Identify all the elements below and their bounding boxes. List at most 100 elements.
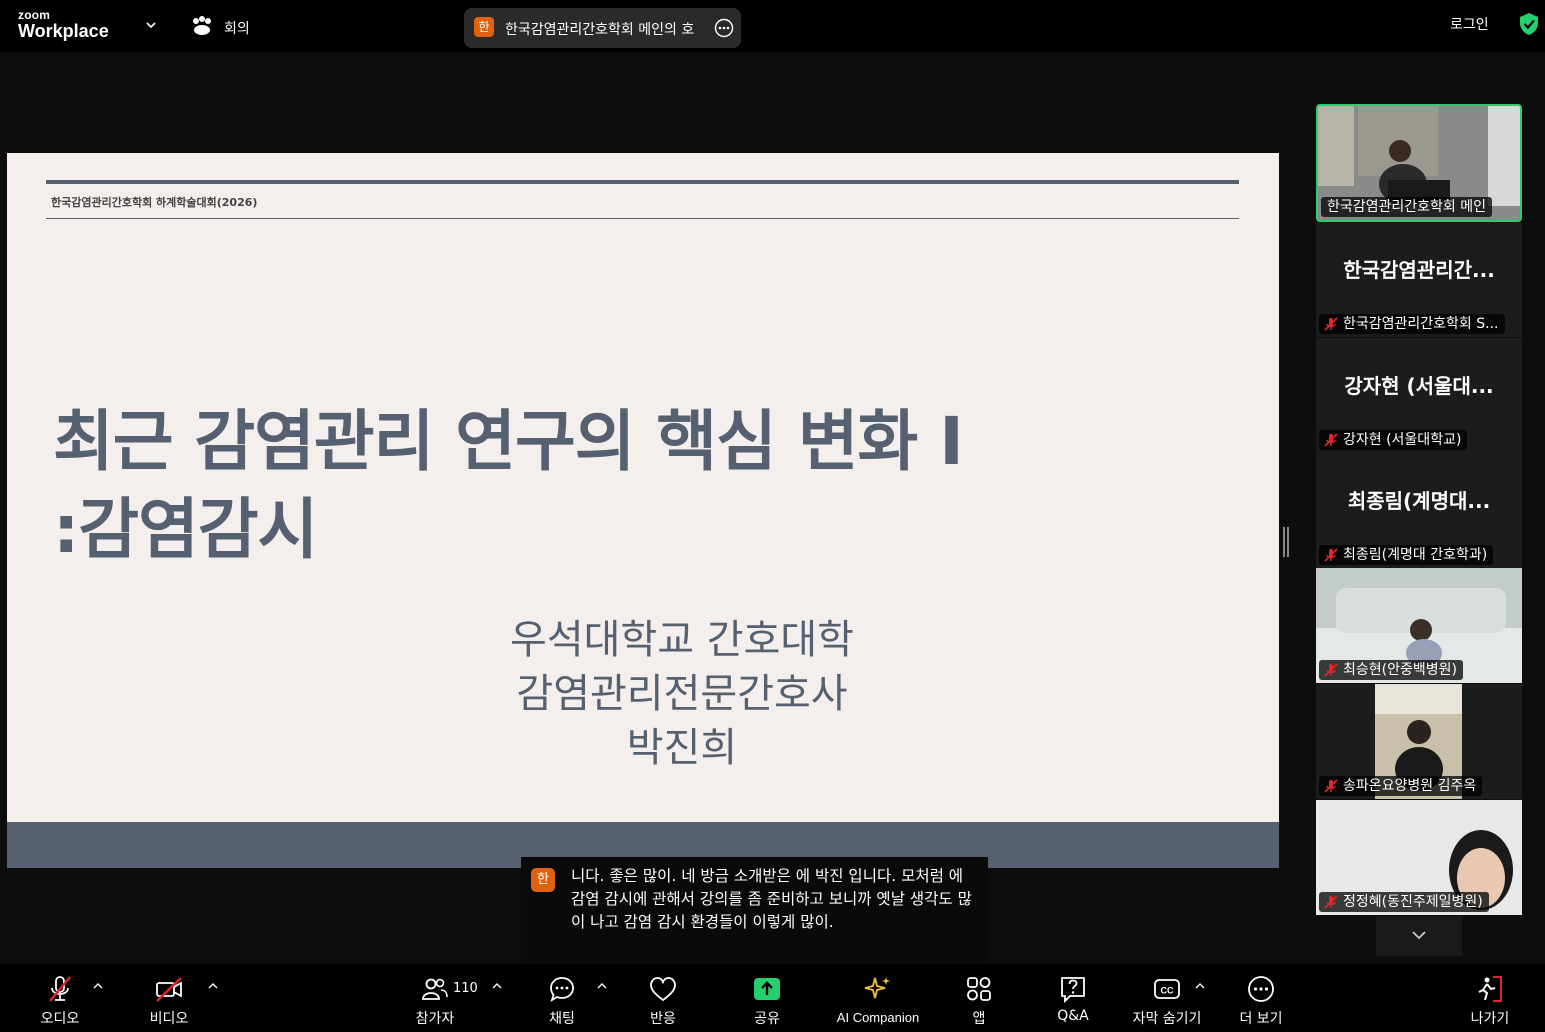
qa-label: Q&A	[1057, 1008, 1089, 1024]
participant-name: 한국감염관리간호학회 S...	[1319, 314, 1505, 334]
participant-tile[interactable]: 한국감염관리간... 한국감염관리간호학회 S...	[1316, 222, 1522, 337]
mic-muted-icon	[1324, 663, 1338, 677]
login-button[interactable]: 로그인	[1450, 14, 1489, 34]
mic-muted-icon	[1324, 779, 1338, 793]
captions-button[interactable]: CC 자막 숨기기	[1122, 964, 1212, 1032]
share-button[interactable]: 공유	[727, 964, 807, 1032]
caret-up-icon[interactable]	[492, 982, 502, 990]
meeting-title-pill[interactable]: 한 한국감염관리간호학회 메인의 호	[464, 8, 741, 48]
shared-screen-slide: 한국감염관리간호학회 하계학술대회(2026) 최근 감염관리 연구의 핵심 변…	[7, 153, 1279, 868]
logo-line2: Workplace	[18, 21, 109, 41]
audio-button[interactable]: 오디오	[20, 964, 100, 1032]
leave-button[interactable]: 나가기	[1450, 964, 1530, 1032]
participants-count: 110	[453, 981, 478, 996]
participant-name-text: 강자현 (서울대학교)	[1343, 432, 1462, 448]
chevron-down-icon[interactable]	[143, 17, 159, 33]
more-button[interactable]: 더 보기	[1221, 964, 1301, 1032]
participant-name: 송파온요양병원 김주옥	[1319, 776, 1483, 796]
closed-caption-icon: CC	[1154, 979, 1180, 999]
participant-name: 강자현 (서울대학교)	[1319, 430, 1468, 450]
mic-muted-icon	[1324, 548, 1338, 562]
participant-tile[interactable]: 최승현(안중백병원)	[1316, 568, 1522, 683]
chevron-down-icon	[1412, 931, 1426, 940]
svg-text:CC: CC	[1161, 986, 1174, 996]
participant-tile[interactable]: 정정혜(동진주제일병원)	[1316, 800, 1522, 915]
slide-title: 최근 감염관리 연구의 핵심 변화 I :감염감시	[53, 398, 964, 574]
mic-muted-icon	[1324, 433, 1338, 447]
captions-label: 자막 숨기기	[1132, 1011, 1202, 1027]
participant-tile-active-speaker[interactable]: 한국감염관리간호학회 메인	[1316, 104, 1522, 222]
video-off-icon	[156, 977, 182, 1002]
zoom-workplace-logo[interactable]: zoom Workplace	[18, 9, 109, 40]
participant-name: 최승현(안중백병원)	[1319, 660, 1463, 680]
slide-title-line1: 최근 감염관리 연구의 핵심 변화 I	[53, 403, 964, 480]
more-icon	[1248, 976, 1274, 1002]
slide-author-line1: 우석대학교 간호대학	[510, 617, 854, 663]
participant-name: 최종림(계명대 간호학과)	[1319, 545, 1494, 565]
participant-name-text: 최종림(계명대 간호학과)	[1343, 547, 1488, 563]
participants-icon	[422, 978, 448, 1000]
meetings-paw-icon[interactable]	[190, 15, 214, 37]
meeting-title: 한국감염관리간호학회 메인의 호	[505, 22, 695, 38]
participants-label: 참가자	[415, 1011, 455, 1027]
participant-name-text: 최승현(안중백병원)	[1343, 662, 1457, 678]
caret-up-icon[interactable]	[93, 982, 103, 990]
shield-check-icon[interactable]	[1518, 12, 1540, 36]
participant-tile[interactable]: 최종림(계명대... 최종림(계명대 간호학과)	[1316, 453, 1522, 568]
caret-up-icon[interactable]	[1195, 982, 1205, 990]
caption-speaker-avatar: 한	[531, 868, 555, 892]
mic-muted-icon	[1324, 317, 1338, 331]
leave-door-icon	[1478, 976, 1502, 1002]
reactions-button[interactable]: 반응	[623, 964, 703, 1032]
live-caption-box: 한 니다. 좋은 많이. 네 방금 소개받은 에 박진 입니다. 모처럼 에 감…	[521, 857, 988, 963]
apps-button[interactable]: 앱	[939, 964, 1019, 1032]
participant-name: 한국감염관리간호학회 메인	[1321, 197, 1493, 217]
video-button[interactable]: 비디오	[129, 964, 209, 1032]
question-icon	[1061, 977, 1085, 1004]
slide-author: 우석대학교 간호대학 감염관리전문간호사 박진희	[427, 613, 937, 775]
slide-top-rule	[46, 180, 1239, 184]
slide-author-line2: 감염관리전문간호사	[516, 671, 848, 717]
meetings-label[interactable]: 회의	[224, 18, 250, 38]
audio-label: 오디오	[40, 1011, 80, 1027]
caret-up-icon[interactable]	[208, 982, 218, 990]
logo-line1: zoom	[18, 8, 51, 22]
sparkle-icon	[864, 977, 890, 999]
slide-title-line2: :감염감시	[53, 491, 318, 568]
apps-label: 앱	[972, 1011, 986, 1027]
slide-header-rule	[46, 218, 1239, 219]
mic-muted-icon	[49, 976, 71, 1002]
participant-display-name: 최종림(계명대...	[1347, 489, 1491, 513]
chat-bubble-icon	[550, 977, 574, 1002]
caption-text: 니다. 좋은 많이. 네 방금 소개받은 에 박진 입니다. 모처럼 에 감염 …	[571, 867, 972, 931]
share-screen-icon	[754, 978, 780, 1000]
reactions-label: 반응	[650, 1011, 676, 1027]
caret-up-icon[interactable]	[597, 982, 607, 990]
video-label: 비디오	[149, 1011, 189, 1027]
participant-tile[interactable]: 강자현 (서울대... 강자현 (서울대학교)	[1316, 338, 1522, 453]
share-label: 공유	[754, 1011, 780, 1027]
participants-scroll-down-button[interactable]	[1376, 916, 1462, 956]
leave-label: 나가기	[1470, 1011, 1510, 1027]
qa-button[interactable]: Q&A	[1033, 964, 1113, 1032]
more-icon[interactable]	[714, 18, 734, 38]
slide-author-line3: 박진희	[626, 725, 738, 771]
meeting-host-avatar: 한	[474, 17, 494, 37]
participants-button[interactable]: 참가자	[395, 964, 475, 1032]
participant-name-text: 한국감염관리간호학회 S...	[1343, 316, 1499, 332]
chat-button[interactable]: 채팅	[522, 964, 602, 1032]
participant-name-text: 송파온요양병원 김주옥	[1343, 778, 1477, 794]
slide-header: 한국감염관리간호학회 하계학술대회(2026)	[51, 196, 258, 209]
participant-tile[interactable]: 송파온요양병원 김주옥	[1316, 684, 1522, 799]
ai-companion-button[interactable]: AI Companion	[828, 964, 928, 1032]
panel-resize-handle[interactable]	[1283, 527, 1289, 557]
participant-name: 정정혜(동진주제일병원)	[1319, 892, 1489, 912]
top-bar: zoom Workplace 회의 한 한국감염관리간호학회 메인의 호 로그인	[0, 0, 1545, 52]
ai-companion-label: AI Companion	[836, 1010, 920, 1025]
chat-label: 채팅	[549, 1011, 575, 1027]
meeting-toolbar: 오디오 비디오 참가자 110 채팅 반응 공유 AI Companion 앱 …	[0, 964, 1545, 1032]
more-label: 더 보기	[1239, 1011, 1283, 1027]
heart-icon	[650, 977, 676, 1002]
participant-display-name: 강자현 (서울대...	[1344, 374, 1494, 398]
participant-name-text: 정정혜(동진주제일병원)	[1343, 894, 1483, 910]
